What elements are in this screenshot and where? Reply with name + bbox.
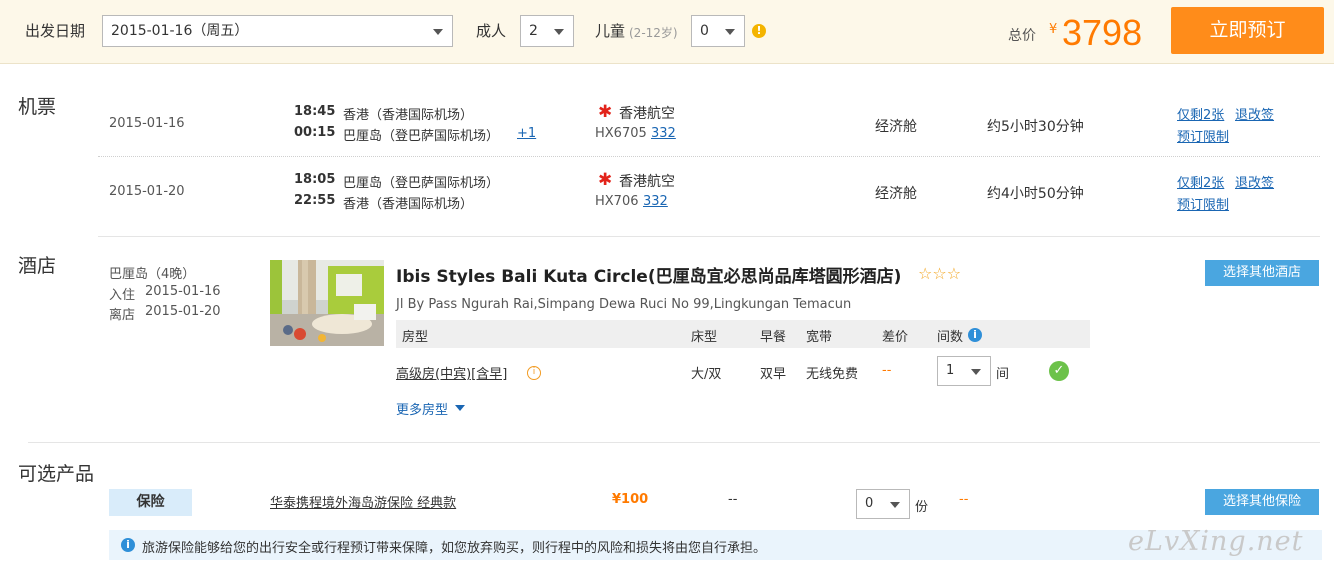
more-room-types-link[interactable]: 更多房型 [396,399,448,418]
checkin-label: 入住 [109,288,136,303]
col-room-type: 房型 [402,330,429,345]
departure-airport: 香港（香港国际机场） [343,108,474,123]
choose-other-hotel-button[interactable]: 选择其他酒店 [1205,260,1319,286]
depart-date-label: 出发日期 [25,22,86,40]
child-label: 儿童 [595,22,626,40]
hotel-name[interactable]: Ibis Styles Bali Kuta Circle(巴厘岛宜必思尚品库塔圆… [396,262,901,287]
bed-type: 大/双 [691,367,722,382]
next-day-indicator[interactable]: +1 [517,126,536,141]
col-room-count: 间数 [937,330,964,345]
info-icon[interactable]: i [968,328,982,342]
chevron-down-icon [725,29,735,35]
col-breakfast: 早餐 [760,330,787,345]
child-age-hint: (2-12岁) [629,26,678,40]
adult-count-value: 2 [529,23,538,39]
airline-name: 香港航空 [619,174,675,190]
booking-restriction-link[interactable]: 预订限制 [1177,126,1229,145]
total-price-label: 总价 [1008,28,1036,44]
hotel-city-nights: 巴厘岛（4晚） [109,267,196,282]
price-diff: -- [882,363,892,378]
section-divider [28,442,1320,443]
insurance-tag: 保险 [109,489,192,516]
hotel-section-title: 酒店 [18,255,57,277]
hotel-lobby-image [270,260,384,346]
flight-number: HX6705 [595,126,647,141]
insurance-qty-unit: 份 [915,500,929,515]
selected-check-icon[interactable]: ✓ [1049,361,1069,381]
booking-bar: 出发日期 2015-01-16（周五） 成人 2 儿童 (2-12岁) 0 ! … [0,0,1334,64]
checkout-date: 2015-01-20 [145,304,221,319]
broadband: 无线免费 [806,367,859,382]
flight-date: 2015-01-20 [109,184,185,199]
flight-duration: 约5小时30分钟 [987,119,1084,135]
departure-time: 18:05 [294,172,336,187]
airline-logo-icon: ✱ [598,170,613,190]
flight-date: 2015-01-16 [109,116,185,131]
seats-remaining-link[interactable]: 仅剩2张 [1177,104,1224,123]
child-count-select[interactable]: 0 [691,15,745,47]
breakfast: 双早 [760,367,787,382]
section-divider [98,236,1320,237]
insurance-qty-value: 0 [865,496,874,511]
book-now-button[interactable]: 立即预订 [1171,7,1324,54]
refund-change-link[interactable]: 退改签 [1235,104,1274,123]
col-broadband: 宽带 [806,330,833,345]
arrival-airport: 香港（香港国际机场） [343,197,474,212]
col-bed-type: 床型 [691,330,718,345]
depart-date-value: 2015-01-16（周五） [111,23,249,39]
flight-divider [98,156,1320,157]
insurance-product-link[interactable]: 华泰携程境外海岛游保险 经典款 [270,492,456,511]
cabin-class: 经济舱 [875,119,917,135]
chevron-down-icon [890,502,900,508]
insurance-price-diff: -- [959,492,969,507]
departure-time: 18:45 [294,104,336,119]
col-price-diff: 差价 [882,330,909,345]
adult-label: 成人 [476,22,507,40]
watermark: eLvXing.net [1128,526,1304,557]
room-type-link[interactable]: 高级房(中宾)[含早] [396,363,507,382]
seats-remaining-link[interactable]: 仅剩2张 [1177,172,1224,191]
arrival-airport: 巴厘岛（登巴萨国际机场） [343,129,500,144]
room-count-value: 1 [946,363,955,378]
cabin-class: 经济舱 [875,186,917,202]
child-count-value: 0 [700,23,709,39]
hotel-photo[interactable] [270,260,384,346]
chevron-down-icon [554,29,564,35]
currency-symbol: ¥ [1049,22,1058,37]
refund-change-link[interactable]: 退改签 [1235,172,1274,191]
depart-date-select[interactable]: 2015-01-16（周五） [102,15,453,47]
chevron-down-icon[interactable] [455,405,465,411]
arrival-time: 00:15 [294,125,336,140]
hotel-star-rating: ☆☆☆ [918,264,962,283]
hotel-address: Jl By Pass Ngurah Rai,Simpang Dewa Ruci … [396,297,852,312]
departure-airport: 巴厘岛（登巴萨国际机场） [343,176,500,191]
room-info-icon[interactable]: i [527,366,541,380]
checkin-date: 2015-01-16 [145,284,221,299]
flight-number: HX706 [595,194,639,209]
insurance-notice-text: 旅游保险能够给您的出行安全或行程预订带来保障，如您放弃购买，则行程中的风险和损失… [142,541,767,556]
booking-restriction-link[interactable]: 预订限制 [1177,194,1229,213]
arrival-time: 22:55 [294,193,336,208]
info-icon: i [121,538,135,552]
room-unit: 间 [996,367,1010,382]
chevron-down-icon [433,29,443,35]
room-count-select[interactable]: 1 [937,356,991,386]
insurance-qty-select[interactable]: 0 [856,489,910,519]
extras-section-title: 可选产品 [18,463,95,485]
insurance-price: ¥100 [612,492,649,507]
total-price: 3798 [1062,12,1143,53]
room-table-header: 房型 床型 早餐 宽带 差价 间数 i [396,320,1090,348]
warning-icon[interactable]: ! [752,24,766,38]
airline-name: 香港航空 [619,106,675,122]
flight-duration: 约4小时50分钟 [987,186,1084,202]
flight-section-title: 机票 [18,96,57,118]
chevron-down-icon [971,369,981,375]
aircraft-type-link[interactable]: 332 [643,194,668,209]
choose-other-insurance-button[interactable]: 选择其他保险 [1205,489,1319,515]
aircraft-type-link[interactable]: 332 [651,126,676,141]
airline-logo-icon: ✱ [598,102,613,122]
insurance-empty-col: -- [728,492,738,507]
adult-count-select[interactable]: 2 [520,15,574,47]
checkout-label: 离店 [109,308,136,323]
